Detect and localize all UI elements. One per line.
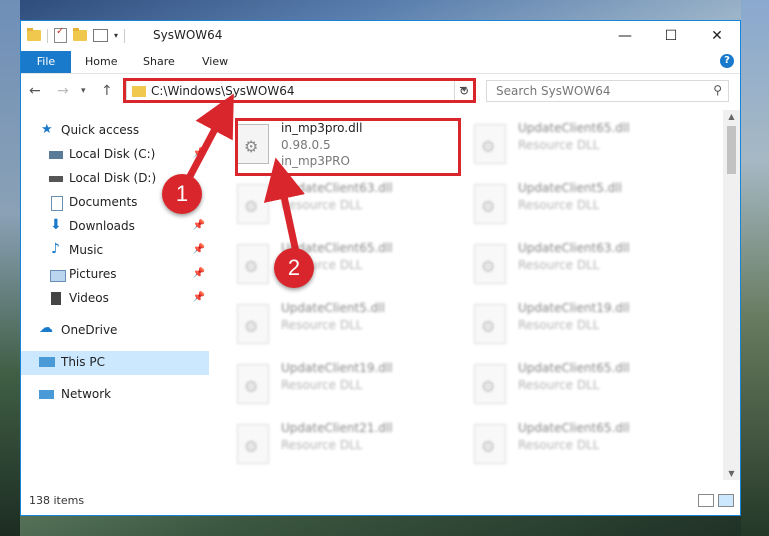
arrow-to-dll-file xyxy=(263,157,305,253)
annotation-arrows xyxy=(184,93,305,253)
step-2-badge: 2 xyxy=(274,248,314,288)
arrow-to-address-bar xyxy=(184,93,234,182)
step-1-badge: 1 xyxy=(162,174,202,214)
